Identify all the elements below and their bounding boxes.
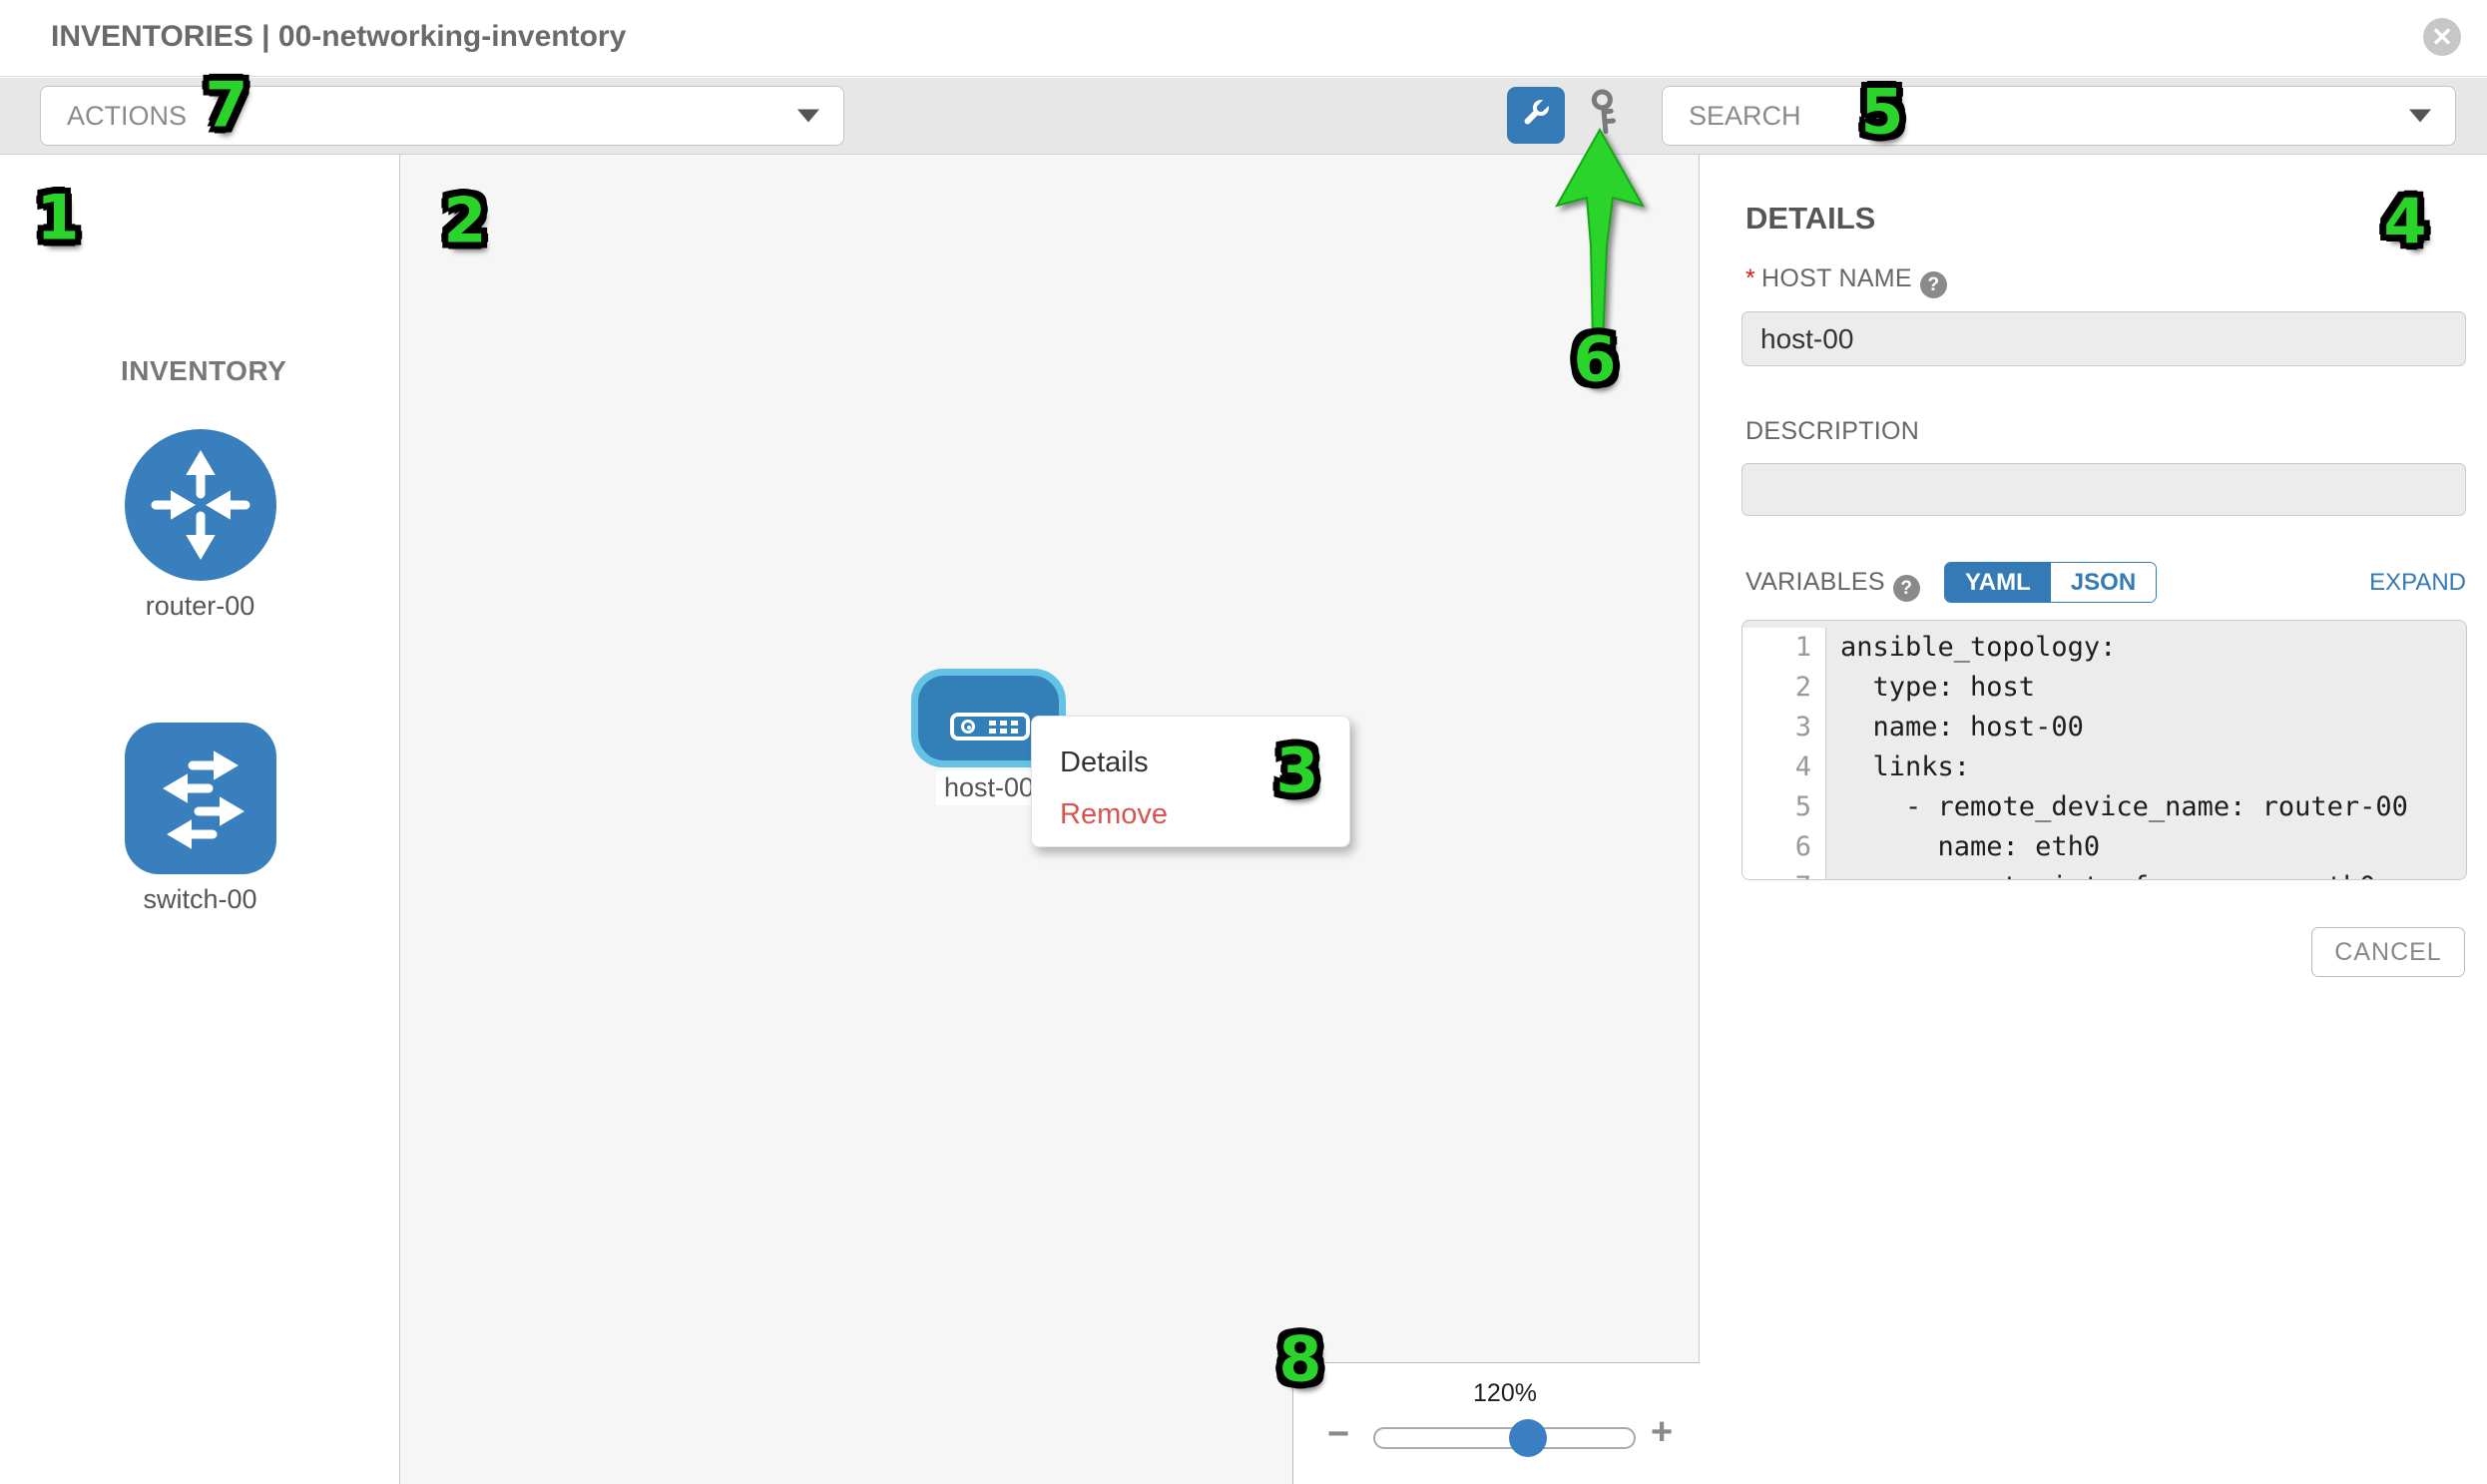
page-title: INVENTORIES | 00-networking-inventory <box>51 20 626 54</box>
actions-dropdown-label: ACTIONS <box>67 101 187 132</box>
palette-item-label: router-00 <box>0 591 400 622</box>
palette-item-router[interactable]: router-00 <box>0 429 400 622</box>
toolbar: ACTIONS <box>0 78 2487 155</box>
search-placeholder: SEARCH <box>1689 101 1801 132</box>
expand-link[interactable]: EXPAND <box>2369 569 2466 597</box>
help-icon[interactable]: ? <box>1893 575 1920 602</box>
code-line: 7 remote_interface_name: eth0 <box>1742 867 2466 880</box>
code-line: 1ansible_topology: <box>1742 628 2466 668</box>
title-bar: INVENTORIES | 00-networking-inventory ✕ <box>0 0 2487 77</box>
close-icon[interactable]: ✕ <box>2423 18 2461 56</box>
inventory-topology-app: INVENTORIES | 00-networking-inventory ✕ … <box>0 0 2487 1484</box>
palette-item-switch[interactable]: switch-00 <box>0 723 400 915</box>
code-line: 6 name: eth0 <box>1742 827 2466 867</box>
switch-icon <box>125 723 276 874</box>
details-panel-title: DETAILS <box>1745 201 1875 237</box>
inventory-sidebar: INVENTORY router-00 <box>0 155 400 1484</box>
actions-dropdown[interactable]: ACTIONS <box>40 86 844 146</box>
node-context-menu: Details Remove <box>1031 716 1350 847</box>
code-line: 5 - remote_device_name: router-00 <box>1742 787 2466 827</box>
wrench-icon <box>1517 94 1555 137</box>
zoom-slider-track[interactable] <box>1373 1427 1636 1449</box>
description-input[interactable] <box>1741 463 2466 516</box>
description-label: DESCRIPTION <box>1745 417 1919 446</box>
chevron-down-icon <box>2409 110 2431 123</box>
code-line: 4 links: <box>1742 747 2466 787</box>
help-icon[interactable]: ? <box>1920 271 1947 298</box>
context-menu-item-details[interactable]: Details <box>1060 737 1349 788</box>
configure-topology-button[interactable] <box>1507 87 1565 144</box>
key-icon <box>1583 89 1633 142</box>
host-node-label: host-00 <box>936 770 1042 805</box>
context-menu-item-remove[interactable]: Remove <box>1060 788 1349 840</box>
chevron-down-icon <box>797 110 819 123</box>
code-line: 2 type: host <box>1742 668 2466 708</box>
details-panel: DETAILS *HOST NAME? DESCRIPTION VARIABLE… <box>1701 155 2487 1484</box>
router-icon <box>125 429 276 581</box>
cancel-button[interactable]: CANCEL <box>2311 927 2465 977</box>
code-line: 3 name: host-00 <box>1742 708 2466 747</box>
zoom-slider-thumb[interactable] <box>1509 1419 1547 1457</box>
variables-label: VARIABLES? <box>1745 568 1920 602</box>
topology-canvas[interactable]: host-00 Details Remove 120% − + <box>400 155 1700 1484</box>
variables-format-toggle: YAML JSON <box>1944 562 2157 603</box>
host-name-label: *HOST NAME? <box>1745 264 1947 298</box>
zoom-in-button[interactable]: + <box>1651 1413 1673 1451</box>
zoom-control-panel: 120% − + <box>1292 1362 1700 1484</box>
variables-code-editor[interactable]: 1ansible_topology: 2 type: host 3 name: … <box>1741 620 2467 880</box>
sidebar-heading: INVENTORY <box>121 355 286 387</box>
palette-item-label: switch-00 <box>0 884 400 915</box>
tab-json[interactable]: JSON <box>2051 563 2156 602</box>
zoom-level-label: 120% <box>1435 1379 1575 1408</box>
zoom-out-button[interactable]: − <box>1327 1415 1349 1453</box>
search-dropdown[interactable]: SEARCH <box>1662 86 2456 146</box>
key-legend-button[interactable] <box>1579 87 1637 144</box>
host-icon <box>950 713 1030 741</box>
required-asterisk: * <box>1745 264 1755 292</box>
tab-yaml[interactable]: YAML <box>1945 563 2051 602</box>
host-name-input[interactable] <box>1741 311 2466 366</box>
